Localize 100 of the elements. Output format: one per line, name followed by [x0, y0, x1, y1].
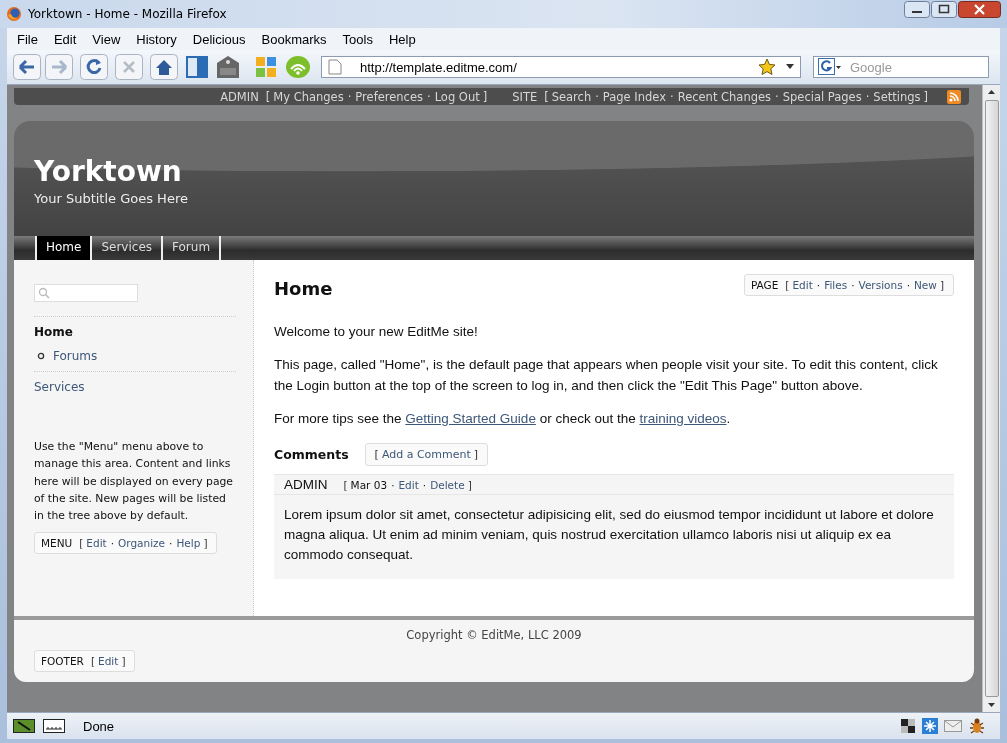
separator: · [391, 478, 395, 491]
bracket: [ [265, 89, 271, 104]
search-input[interactable]: Google [848, 58, 972, 76]
menu-item[interactable]: Bookmarks [253, 29, 335, 49]
link[interactable]: Search [551, 89, 592, 104]
close-icon[interactable] [958, 1, 1001, 18]
link[interactable]: My Changes [273, 89, 344, 104]
bullet-icon[interactable] [37, 352, 45, 360]
link[interactable]: Edit [98, 655, 119, 667]
comment-text: Lorem ipsum dolor sit amet, consectetur adipisicing elit, sed do eiusmod tempor incididunt ut labore et dolore magna aliqua. Ut enim ad minim veniam, quis nostrud exercitation ullamco laboris nisi ut aliquip ex ea commodo consequat. [283, 506, 935, 564]
paragraph: Welcome to your new EditMe site! [274, 323, 479, 341]
group-label: MENU [41, 537, 73, 550]
comment-date: Mar 03 [350, 478, 388, 491]
window-title: Yorktown - Home - Mozilla Firefox [28, 7, 227, 21]
link[interactable]: Delete [430, 478, 465, 491]
search-box[interactable]: Google [813, 56, 989, 78]
globe-icon[interactable] [6, 6, 22, 22]
paragraph: This page, called "Home", is the default page that appears when people visit your site. To edit this content, click the Login button at the top of the screen to log in, and then click the "Edit This Page" button above. [274, 356, 939, 395]
separator: · [422, 478, 427, 491]
tree-item[interactable]: Home [34, 325, 236, 339]
comments-heading: Comments [274, 447, 349, 462]
tree-item[interactable]: Forums [53, 349, 98, 363]
link[interactable]: Special Pages [782, 89, 862, 104]
rss-icon[interactable] [947, 89, 961, 104]
page-title: Home [274, 278, 333, 299]
add-comment-button[interactable]: [ Add a Comment ] [364, 443, 489, 466]
snowflake-icon[interactable] [922, 718, 938, 734]
link[interactable]: Edit [86, 537, 107, 550]
menu-item[interactable]: View [84, 29, 129, 49]
link[interactable]: Settings [873, 89, 921, 104]
link[interactable]: Versions [858, 279, 903, 291]
link[interactable]: Getting Started Guide [405, 411, 536, 426]
bracket: [ [785, 279, 790, 291]
scroll-thumb[interactable] [984, 100, 999, 697]
tag-icon[interactable] [216, 55, 240, 79]
link[interactable]: Edit [792, 279, 813, 291]
nav-tab[interactable]: Home [35, 236, 91, 260]
colored-squares-icon[interactable] [254, 55, 278, 79]
minimize-icon[interactable] [904, 1, 930, 18]
link[interactable]: Files [824, 279, 848, 291]
site-subtitle: Your Subtitle Goes Here [34, 191, 189, 206]
link[interactable]: Preferences [355, 89, 423, 104]
dropdown-caret-icon[interactable] [786, 64, 794, 70]
group-label: ADMIN [220, 89, 259, 104]
menu-item[interactable]: Help [380, 29, 424, 49]
bracket: [ [79, 537, 84, 550]
tree-item[interactable]: Services [34, 380, 236, 394]
scrollbar[interactable] [982, 85, 1000, 712]
link[interactable]: New [914, 279, 937, 291]
separator: · [865, 89, 870, 104]
separator: · [775, 89, 779, 104]
site-title: Yorktown [34, 155, 183, 188]
link[interactable]: Log Out [434, 89, 480, 104]
group-label: PAGE [750, 279, 779, 291]
comment-author: ADMIN [284, 477, 328, 492]
search-field[interactable] [34, 284, 138, 302]
separator: · [851, 279, 855, 291]
separator: · [347, 89, 352, 104]
link[interactable]: Help [176, 537, 201, 550]
separator: · [169, 537, 173, 550]
bracket: ] [203, 537, 208, 550]
menu-item[interactable]: File [9, 29, 46, 49]
ruler-icon[interactable] [43, 719, 65, 733]
link[interactable]: Edit [398, 478, 419, 491]
group-label: FOOTER [41, 655, 84, 667]
separator: · [816, 279, 821, 291]
sidebar-note: Use the "Menu" menu above to manage this area. Content and links here will be displayed on every page of the site. New pages will be listed in the tree above by default. [34, 439, 234, 525]
copyright-text: Copyright © EditMe, LLC 2009 [405, 628, 583, 642]
link[interactable]: Organize [118, 537, 166, 550]
reload-icon[interactable] [80, 54, 108, 80]
home-icon[interactable] [150, 54, 178, 80]
bracket: ] [939, 279, 944, 291]
menu-item[interactable]: Edit [45, 29, 85, 49]
separator: · [110, 537, 115, 550]
bracket: [ [90, 655, 96, 667]
bookmark-panel-icon[interactable] [185, 55, 209, 79]
separator: · [427, 89, 431, 104]
menu-item[interactable]: History [128, 29, 185, 49]
address-field[interactable]: http://template.editme.com/ [321, 56, 801, 78]
bracket: [ [343, 478, 348, 491]
search-engine-icon[interactable] [818, 58, 842, 76]
menu-item[interactable]: Tools [334, 29, 381, 49]
maximize-icon[interactable] [931, 1, 957, 18]
checker-icon[interactable] [900, 718, 916, 734]
status-text: Done [83, 718, 115, 734]
link[interactable]: Page Index [602, 89, 666, 104]
link[interactable]: Recent Changes [677, 89, 772, 104]
bracket: ] [121, 655, 126, 667]
separator: · [670, 89, 674, 104]
group-label: SITE [512, 89, 538, 104]
star-icon[interactable] [758, 58, 776, 76]
link[interactable]: training videos [639, 411, 727, 426]
bracket: ] [923, 89, 928, 104]
bracket: [ [544, 89, 549, 104]
bracket: ] [467, 478, 472, 491]
bracket: ] [482, 89, 488, 104]
separator: · [595, 89, 599, 104]
menu-item[interactable]: Delicious [184, 29, 254, 49]
bug-icon[interactable] [968, 717, 986, 735]
paragraph: For more tips see the Getting Started Guide or check out the training videos. [274, 410, 732, 428]
